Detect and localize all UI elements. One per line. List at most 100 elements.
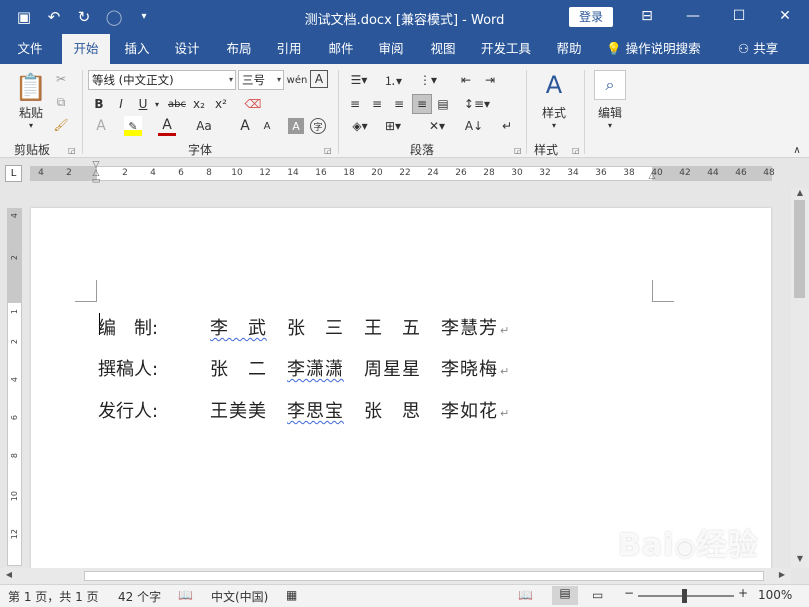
tab-insert[interactable]: 插入 bbox=[114, 34, 160, 64]
tab-layout[interactable]: 布局 bbox=[216, 34, 262, 64]
change-case-button[interactable]: Aa bbox=[190, 116, 218, 136]
document-page[interactable]: 编 制: 李 武张 三王 五李慧芳 ↵ 撰稿人: 张 二李潇潇 周星星 李晓梅 ↵ 发行人:… bbox=[31, 208, 771, 568]
align-right-icon[interactable]: ≡ bbox=[390, 94, 408, 114]
paste-icon[interactable]: 📋 bbox=[12, 70, 50, 106]
search-icon[interactable]: ⌕ bbox=[594, 70, 626, 100]
ribbon-display-options-icon[interactable]: ⊟ bbox=[624, 0, 670, 34]
tab-mailings[interactable]: 邮件 bbox=[318, 34, 364, 64]
page-count[interactable]: 第 1 页，共 1 页 bbox=[8, 588, 99, 605]
touch-mode-icon[interactable]: ◯ bbox=[104, 7, 124, 27]
tab-help[interactable]: 帮助 bbox=[546, 34, 592, 64]
character-shading-icon[interactable]: A bbox=[288, 118, 304, 134]
phonetic-guide-icon[interactable]: wén bbox=[287, 70, 308, 90]
zoom-in-icon[interactable]: + bbox=[738, 586, 748, 600]
zoom-slider-knob[interactable] bbox=[682, 589, 687, 603]
tab-design[interactable]: 设计 bbox=[164, 34, 210, 64]
distributed-icon[interactable]: ▤ bbox=[434, 94, 452, 114]
zoom-out-icon[interactable]: − bbox=[624, 586, 634, 600]
numbering-icon[interactable]: ⒈▾ bbox=[380, 70, 406, 90]
multilevel-list-icon[interactable]: ⋮▾ bbox=[414, 70, 442, 90]
subscript-button[interactable]: x₂ bbox=[190, 94, 208, 114]
word-count[interactable]: 42 个字 bbox=[118, 588, 161, 605]
bullets-icon[interactable]: ☰▾ bbox=[346, 70, 372, 90]
character-border-icon[interactable]: A bbox=[310, 70, 328, 88]
scroll-down-icon[interactable]: ▼ bbox=[791, 554, 809, 563]
share-button[interactable]: ⚇ 共享 bbox=[738, 34, 778, 64]
vertical-ruler[interactable]: 4 2 1 2 4 6 8 10 12 bbox=[7, 208, 22, 566]
bold-button[interactable]: B bbox=[90, 94, 108, 114]
styles-icon[interactable]: A bbox=[538, 70, 570, 100]
macro-record-icon[interactable]: ▦ bbox=[286, 588, 297, 602]
editing-dropdown-icon[interactable]: ▾ bbox=[604, 120, 616, 130]
read-mode-icon[interactable]: 📖 bbox=[518, 588, 533, 602]
scroll-thumb[interactable] bbox=[794, 200, 805, 298]
tab-file[interactable]: 文件 bbox=[6, 34, 54, 64]
tab-selector[interactable]: L bbox=[5, 165, 22, 182]
styles-dropdown-icon[interactable]: ▾ bbox=[548, 120, 560, 130]
tab-view[interactable]: 视图 bbox=[420, 34, 466, 64]
chinese-layout-icon[interactable]: ✕▾ bbox=[422, 116, 452, 136]
language-indicator[interactable]: 中文(中国) bbox=[211, 588, 268, 605]
font-launcher-icon[interactable]: ◲ bbox=[324, 146, 332, 155]
center-icon[interactable]: ≡ bbox=[368, 94, 386, 114]
right-indent-marker-icon[interactable]: △ bbox=[647, 171, 657, 181]
redo-icon[interactable]: ↻ bbox=[74, 7, 94, 27]
text-effects-icon[interactable]: A bbox=[90, 116, 112, 136]
superscript-button[interactable]: x² bbox=[212, 94, 230, 114]
scroll-right-icon[interactable]: ▶ bbox=[773, 570, 791, 579]
scroll-up-icon[interactable]: ▲ bbox=[791, 188, 809, 197]
justify-icon[interactable]: ≡ bbox=[412, 94, 432, 114]
strikethrough-button[interactable]: abc bbox=[166, 94, 188, 114]
document-line[interactable]: 编 制: 李 武张 三王 五李慧芳 ↵ bbox=[98, 314, 509, 340]
decrease-indent-icon[interactable]: ⇤ bbox=[456, 70, 476, 90]
undo-icon[interactable]: ↶ bbox=[44, 7, 64, 27]
paragraph-launcher-icon[interactable]: ◲ bbox=[514, 146, 522, 155]
print-layout-icon[interactable]: ▤ bbox=[552, 586, 578, 605]
line-spacing-icon[interactable]: ↕≡▾ bbox=[462, 94, 492, 114]
tab-home[interactable]: 开始 bbox=[62, 34, 110, 64]
tab-review[interactable]: 审阅 bbox=[368, 34, 414, 64]
shrink-font-button[interactable]: A bbox=[258, 116, 276, 136]
tab-references[interactable]: 引用 bbox=[266, 34, 312, 64]
copy-icon[interactable]: ⧉ bbox=[52, 93, 70, 111]
enclose-characters-icon[interactable]: 字 bbox=[310, 118, 326, 134]
font-color-icon[interactable]: A bbox=[158, 116, 176, 136]
tell-me-search[interactable]: 💡 操作说明搜索 bbox=[606, 34, 701, 64]
save-icon[interactable]: ▣ bbox=[14, 7, 34, 27]
scroll-thumb[interactable] bbox=[84, 571, 764, 581]
clear-formatting-icon[interactable]: ⌫ bbox=[244, 94, 262, 114]
horizontal-ruler[interactable]: 4 2 2 4 6 8 10 12 14 16 18 20 22 24 26 28 30 32 34 36 38 40 42… bbox=[30, 161, 775, 186]
font-size-combo[interactable]: 三号 ▾ bbox=[238, 70, 284, 90]
minimize-icon[interactable]: — bbox=[670, 0, 716, 34]
proofing-icon[interactable]: 📖 bbox=[178, 588, 193, 602]
maximize-icon[interactable]: ☐ bbox=[716, 0, 762, 34]
align-left-icon[interactable]: ≡ bbox=[346, 94, 364, 114]
paste-dropdown-icon[interactable]: ▾ bbox=[24, 120, 38, 130]
italic-button[interactable]: I bbox=[112, 94, 130, 114]
web-layout-icon[interactable]: ▭ bbox=[592, 588, 603, 602]
grow-font-button[interactable]: A bbox=[236, 116, 254, 136]
close-icon[interactable]: ✕ bbox=[762, 0, 808, 34]
borders-icon[interactable]: ⊞▾ bbox=[380, 116, 406, 136]
editing-button-label[interactable]: 编辑 bbox=[592, 104, 628, 120]
underline-button[interactable]: U bbox=[134, 94, 152, 114]
collapse-ribbon-icon[interactable]: ∧ bbox=[790, 144, 804, 156]
sort-icon[interactable]: A↓ bbox=[464, 116, 484, 136]
scroll-left-icon[interactable]: ◀ bbox=[0, 570, 18, 579]
paste-button-label[interactable]: 粘贴 bbox=[14, 104, 48, 120]
show-marks-icon[interactable]: ↵ bbox=[498, 116, 516, 136]
font-name-combo[interactable]: 等线 (中文正文) ▾ bbox=[88, 70, 236, 90]
document-line[interactable]: 发行人: 王美美 李思宝张 思李如花 ↵ bbox=[98, 397, 509, 423]
format-painter-icon[interactable]: 🖌 bbox=[52, 116, 70, 134]
login-button[interactable]: 登录 bbox=[569, 7, 613, 27]
highlight-icon[interactable]: ✎ bbox=[124, 116, 142, 136]
styles-button-label[interactable]: 样式 bbox=[536, 104, 572, 120]
horizontal-scrollbar[interactable]: ◀ ▶ bbox=[0, 568, 791, 584]
shading-icon[interactable]: ◈▾ bbox=[346, 116, 374, 136]
indent-marker-icon[interactable]: ▽ △ ▭ bbox=[91, 161, 101, 186]
cut-icon[interactable]: ✂ bbox=[52, 70, 70, 88]
customize-qat-icon[interactable]: ▾ bbox=[134, 7, 154, 27]
underline-dropdown-icon[interactable]: ▾ bbox=[152, 94, 162, 114]
styles-launcher-icon[interactable]: ◲ bbox=[572, 146, 580, 155]
document-line[interactable]: 撰稿人: 张 二李潇潇 周星星 李晓梅 ↵ bbox=[98, 355, 509, 381]
